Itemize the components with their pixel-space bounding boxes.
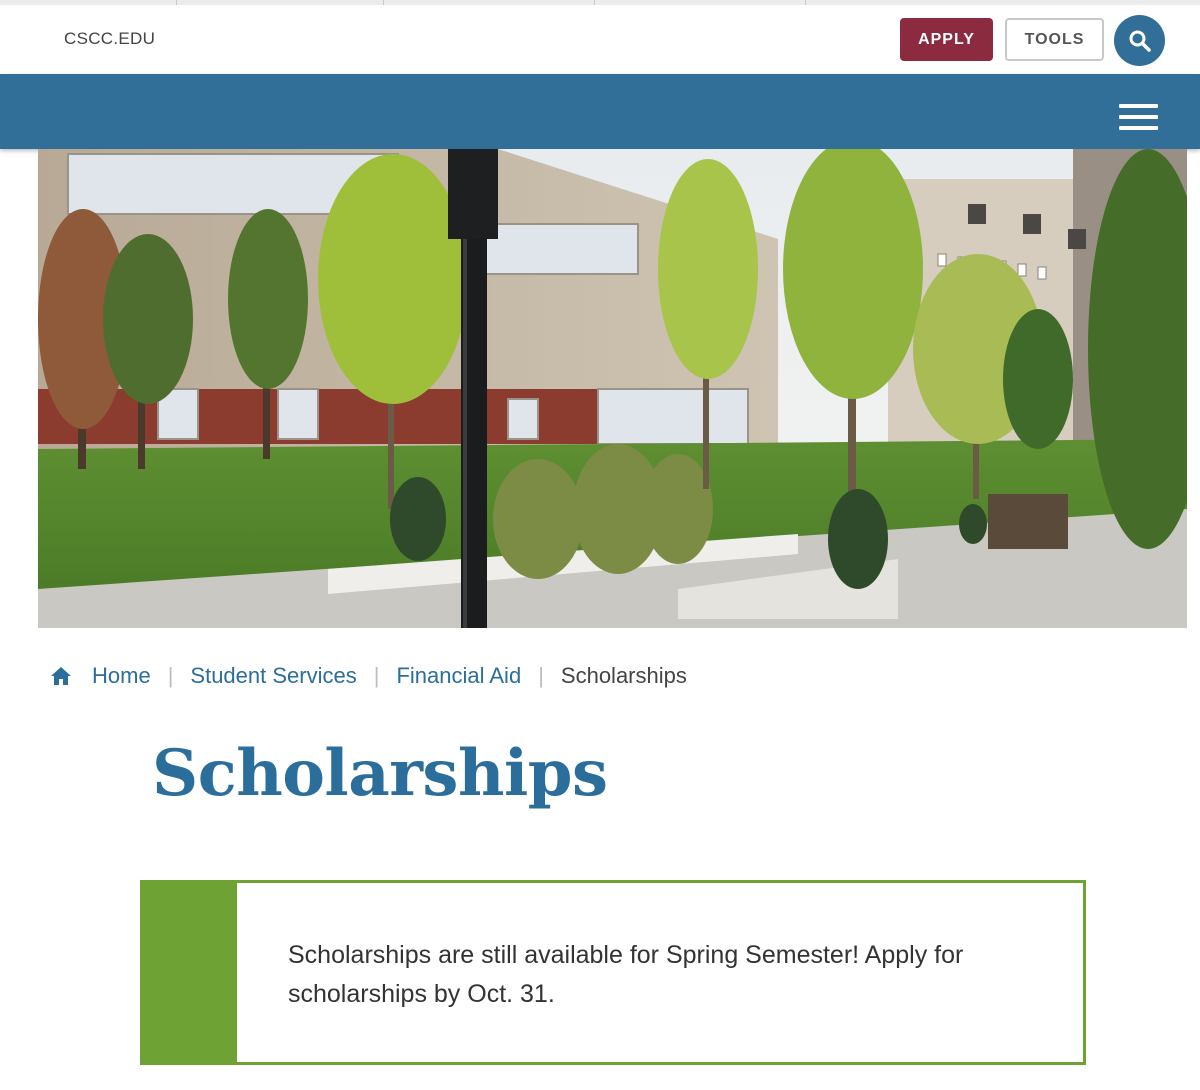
tools-button[interactable]: TOOLS [1005,18,1104,61]
search-button[interactable] [1114,15,1165,66]
breadcrumb-home[interactable]: Home [92,663,151,689]
search-icon [1129,30,1151,52]
breadcrumb-separator: | [538,663,544,688]
breadcrumb: Home | Student Services | Financial Aid … [50,661,687,691]
breadcrumb-separator: | [373,663,380,688]
breadcrumb-separator: | [167,663,174,688]
callout-text: Scholarships are still available for Spr… [288,941,964,1008]
breadcrumb-student-services[interactable]: Student Services [190,663,356,689]
breadcrumb-current: Scholarships [560,663,687,688]
announcement-callout: Scholarships are still available for Spr… [140,880,1086,1065]
hero-image [38,149,1187,628]
hamburger-menu-icon[interactable] [1118,104,1160,132]
site-home-link[interactable]: CSCC.EDU [64,29,155,49]
callout-accent-bar [143,883,237,1062]
breadcrumb-financial-aid[interactable]: Financial Aid [396,663,521,689]
utility-header: CSCC.EDU APPLY TOOLS [0,5,1200,74]
home-icon[interactable] [50,665,72,687]
main-nav-bar [0,74,1200,149]
apply-button[interactable]: APPLY [900,18,993,61]
page-title: Scholarships [152,736,608,811]
